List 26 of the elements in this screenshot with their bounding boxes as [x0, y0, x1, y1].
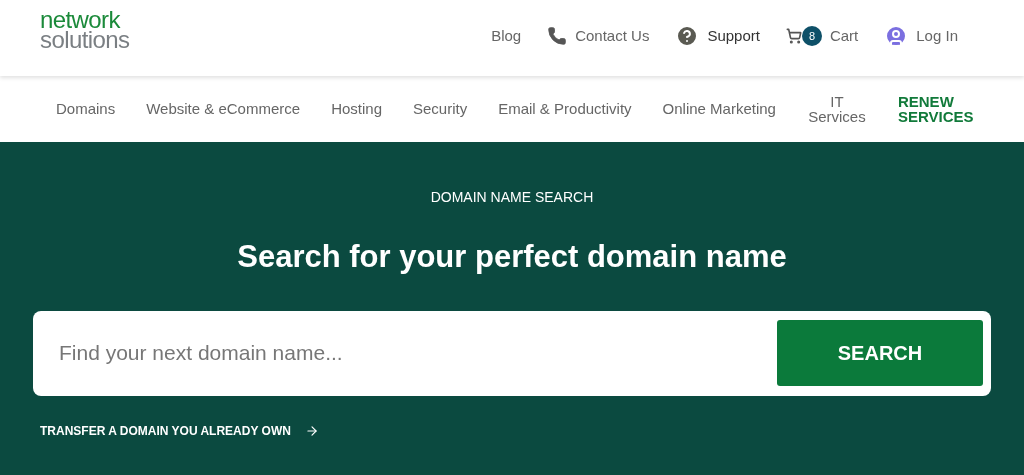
nav-link[interactable]: Email & Productivity	[498, 97, 632, 121]
nav-link[interactable]: Security	[413, 97, 468, 121]
hero-heading: Search for your perfect domain name	[237, 238, 787, 276]
blog-link[interactable]: Blog	[491, 24, 522, 48]
arrow-right-icon	[304, 423, 319, 438]
nav-link[interactable]: IT Services	[806, 94, 867, 124]
transfer-domain-link[interactable]: TRANSFER A DOMAIN YOU ALREADY OWN	[40, 421, 291, 440]
search-button[interactable]: SEARCH	[777, 320, 983, 386]
logo-text: network	[40, 10, 121, 30]
phone-icon	[547, 26, 568, 46]
domain-search-field[interactable]: Find your next domain name... SEARCH	[33, 310, 991, 396]
nav-link[interactable]: Hosting	[331, 97, 382, 121]
cart-count-badge: 8	[801, 26, 822, 46]
nav-link[interactable]: Website & eCommerce	[146, 97, 301, 121]
nav-link[interactable]: Domains	[56, 97, 116, 121]
nav-link[interactable]: RENEW SERVICES	[897, 94, 978, 124]
nav-link[interactable]: Online Marketing	[662, 97, 776, 121]
cart-link[interactable]: 8 Cart	[785, 24, 859, 48]
cart-icon	[785, 28, 802, 44]
domain-input[interactable]: Find your next domain name...	[59, 337, 777, 369]
logo-text: solutions	[40, 30, 130, 50]
logo[interactable]: network solutions	[40, 10, 130, 50]
phone-link[interactable]: Contact Us	[547, 24, 650, 48]
user-link[interactable]: Log In	[884, 24, 958, 48]
help-link[interactable]: Support	[675, 24, 760, 48]
section-eyebrow: DOMAIN NAME SEARCH	[430, 188, 594, 207]
